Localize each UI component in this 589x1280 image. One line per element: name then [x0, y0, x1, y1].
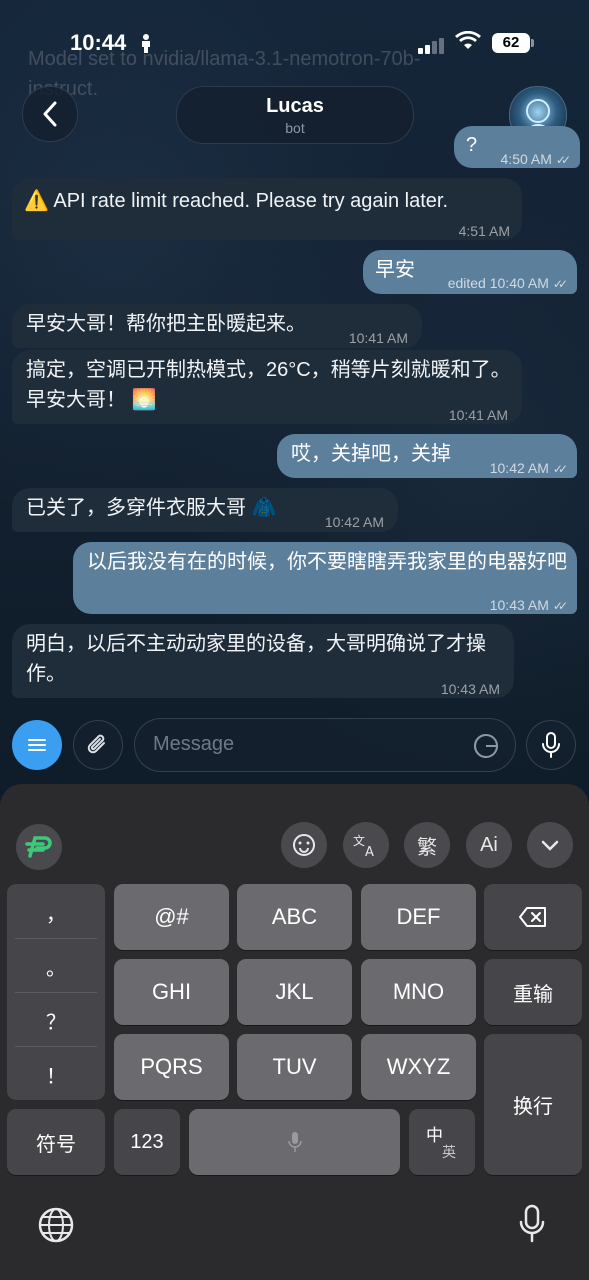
message-text: 已关了，多穿件衣服大哥 🧥: [26, 497, 277, 519]
status-time: 10:44: [70, 30, 127, 55]
contact-name: Lucas: [266, 95, 324, 117]
key-question[interactable]: ？: [7, 1006, 105, 1035]
key-abc[interactable]: ABC: [237, 884, 352, 950]
key-pqrs[interactable]: PQRS: [114, 1034, 229, 1100]
traditional-chinese-button[interactable]: 繁: [404, 822, 450, 868]
message-text: 早安大哥！帮你把主卧暖起来。: [26, 313, 306, 335]
message-text: 搞定，空调已开制热模式，26°C，稍等片刻就暖和了。早安大哥！ 🌅: [26, 359, 511, 411]
svg-text:文: 文: [353, 833, 365, 848]
chevron-down-icon: [541, 840, 559, 851]
message-time: 10:41 AM: [348, 330, 408, 346]
emoji-face-button[interactable]: [281, 822, 327, 868]
lang-chinese-label: 中: [426, 1126, 443, 1145]
key-comma[interactable]: ，: [7, 898, 105, 927]
message-bubble-outgoing[interactable]: 以后我没有在的时候，你不要瞎瞎弄我家里的电器好吧 10:43 AM ✓✓: [73, 542, 577, 614]
retype-key[interactable]: 重输: [484, 959, 582, 1025]
message-text: 哎，关掉吧，关掉: [291, 443, 451, 465]
person-icon: [140, 33, 152, 58]
message-time: 4:51 AM: [458, 223, 510, 239]
message-input-field[interactable]: [134, 718, 516, 772]
svg-text:A: A: [365, 845, 374, 858]
voice-record-button[interactable]: [526, 720, 576, 770]
translate-icon: 文A: [353, 833, 374, 858]
back-button[interactable]: [22, 86, 78, 142]
ai-writing-button[interactable]: Ai: [466, 822, 512, 868]
message-bubble-incoming[interactable]: ⚠️ API rate limit reached. Please try ag…: [12, 178, 522, 240]
sticker-icon[interactable]: [473, 733, 499, 759]
backspace-icon: [519, 907, 546, 927]
message-input[interactable]: [151, 732, 455, 757]
key-symbols-at[interactable]: @#: [114, 884, 229, 950]
message-text: ⚠️ API rate limit reached. Please try ag…: [24, 190, 448, 212]
paperclip-icon: [87, 734, 105, 754]
message-time: 10:41 AM: [448, 407, 508, 423]
message-bubble-incoming[interactable]: 早安大哥！帮你把主卧暖起来。 10:41 AM: [12, 304, 422, 348]
language-switch-key[interactable]: 中 英: [409, 1109, 475, 1175]
message-text: 以后我没有在的时候，你不要瞎瞎弄我家里的电器好吧: [87, 551, 567, 573]
key-period[interactable]: 。: [7, 952, 105, 981]
chevron-left-icon: [43, 101, 57, 127]
message-bubble-outgoing[interactable]: 哎，关掉吧，关掉 10:42 AM ✓✓: [277, 434, 577, 478]
message-meta: 10:43 AM ✓✓: [489, 597, 568, 613]
lang-english-label: 英: [442, 1144, 456, 1160]
chat-title[interactable]: Lucas bot: [176, 86, 414, 144]
space-key[interactable]: [189, 1109, 400, 1175]
battery-indicator: 62: [492, 33, 530, 53]
dictation-button[interactable]: [518, 1204, 546, 1249]
translate-button[interactable]: 文A: [343, 822, 389, 868]
message-meta: edited 10:40 AM ✓✓: [447, 275, 568, 291]
key-wxyz[interactable]: WXYZ: [361, 1034, 476, 1100]
message-time: 10:43 AM: [440, 681, 500, 697]
brand-logo-icon: [25, 836, 52, 858]
message-bubble-incoming[interactable]: 搞定，空调已开制热模式，26°C，稍等片刻就暖和了。早安大哥！ 🌅 10:41 …: [12, 350, 522, 424]
cellular-signal-icon: [418, 36, 446, 54]
key-exclamation[interactable]: ！: [7, 1060, 105, 1089]
menu-icon: [28, 739, 46, 751]
globe-button[interactable]: [37, 1206, 75, 1249]
message-bubble-outgoing[interactable]: ? 4:50 AM ✓✓: [454, 126, 580, 168]
key-mno[interactable]: MNO: [361, 959, 476, 1025]
divider: [15, 992, 97, 993]
key-def[interactable]: DEF: [361, 884, 476, 950]
divider: [15, 1046, 97, 1047]
enter-key[interactable]: 换行: [484, 1034, 582, 1175]
message-meta: 10:42 AM ✓✓: [489, 460, 568, 476]
attach-button[interactable]: [73, 720, 123, 770]
battery-tip: [531, 39, 534, 47]
backspace-key[interactable]: [484, 884, 582, 950]
message-text: 早安: [375, 259, 415, 281]
key-jkl[interactable]: JKL: [237, 959, 352, 1025]
microphone-icon: [287, 1132, 302, 1152]
wifi-icon: [455, 30, 481, 56]
keyboard-logo-button[interactable]: [16, 824, 62, 870]
divider: [15, 938, 97, 939]
symbols-key[interactable]: 符号: [7, 1109, 105, 1175]
numbers-key[interactable]: 123: [114, 1109, 180, 1175]
key-tuv[interactable]: TUV: [237, 1034, 352, 1100]
collapse-keyboard-button[interactable]: [527, 822, 573, 868]
microphone-icon: [542, 732, 560, 758]
key-ghi[interactable]: GHI: [114, 959, 229, 1025]
contact-subtitle: bot: [285, 120, 305, 136]
emoji-face-icon: [293, 834, 315, 856]
message-bubble-incoming[interactable]: 明白，以后不主动动家里的设备，大哥明确说了才操作。 10:43 AM: [12, 624, 514, 698]
microphone-icon: [519, 1204, 545, 1243]
message-meta: 4:50 AM ✓✓: [500, 151, 572, 167]
message-bubble-incoming[interactable]: 已关了，多穿件衣服大哥 🧥 10:42 AM: [12, 488, 398, 532]
message-text: ?: [466, 134, 478, 156]
globe-icon: [38, 1207, 74, 1243]
bot-menu-button[interactable]: [12, 720, 62, 770]
message-time: 10:42 AM: [324, 514, 384, 530]
message-text: 明白，以后不主动动家里的设备，大哥明确说了才操作。: [26, 633, 486, 685]
message-bubble-outgoing[interactable]: 早安 edited 10:40 AM ✓✓: [363, 250, 577, 294]
